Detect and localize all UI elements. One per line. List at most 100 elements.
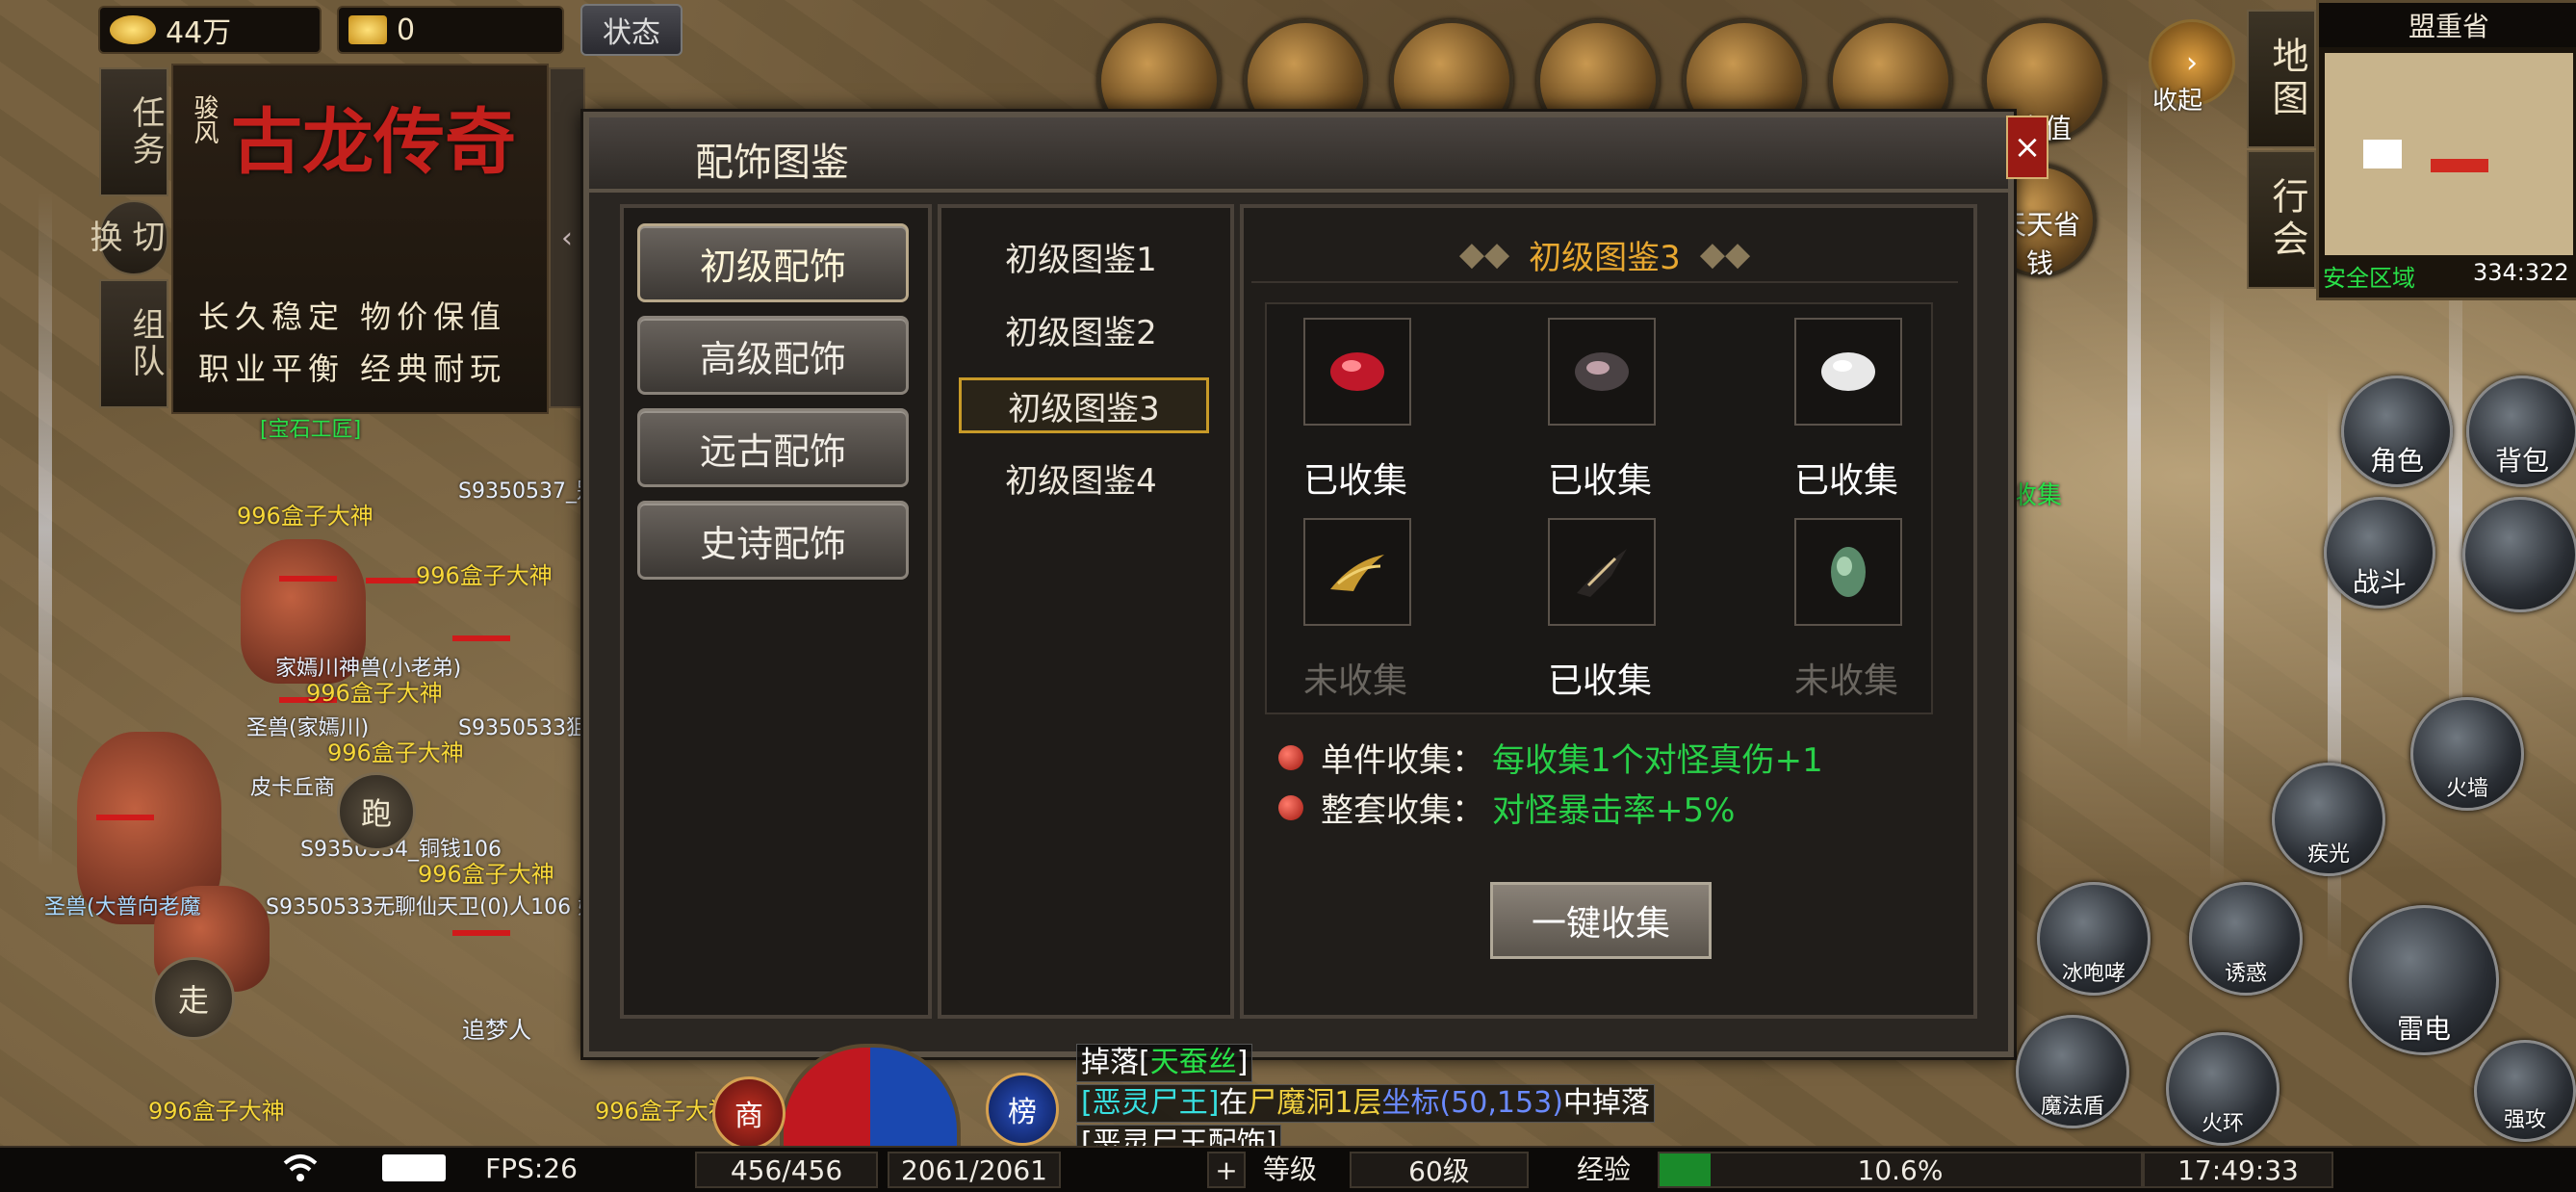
light-beam [2127,77,2141,751]
map-button[interactable]: 地图 [2247,10,2316,148]
collapse-label: 收起 [2152,87,2203,116]
monster-hp-bar [96,815,154,820]
ingot-icon [348,15,387,44]
run-button[interactable]: 跑 [337,772,416,851]
category-tab-advanced[interactable]: 高级配饰 [637,316,909,395]
player-name-tag: 皮卡丘商 [250,776,336,800]
item-slot[interactable] [1303,518,1411,626]
wifi-icon [271,1152,329,1184]
player-coords: 334:322 [2473,259,2569,286]
item-state-label: 已收集 [1793,461,1898,501]
gold-coin-icon [110,15,156,44]
category-tab-epic[interactable]: 史诗配饰 [637,501,909,580]
exp-bar-fill [1660,1153,1711,1186]
skill-flash[interactable]: 疾光 [2272,763,2385,876]
add-attribute-button[interactable]: + [1207,1152,1246,1188]
bonus-single-label: 单件收集： [1321,741,1484,780]
rank-button[interactable]: 榜 [986,1073,1059,1146]
book-item-3[interactable]: 初级图鉴3 [959,377,1209,433]
collect-all-button[interactable]: 一键收集 [1490,882,1712,959]
book-item-4[interactable]: 初级图鉴4 [959,453,1203,503]
bag-button[interactable]: 背包 [2466,376,2576,487]
category-tab-basic[interactable]: 初级配饰 [637,223,909,302]
skill-power-strike[interactable]: 强攻 [2474,1040,2576,1142]
light-beam [2328,385,2341,963]
fight-toggle-button[interactable]: 战斗 [2324,497,2435,609]
book-item-2[interactable]: 初级图鉴2 [959,304,1203,354]
dark-gem-icon [1575,352,1629,391]
skill-ice-roar[interactable]: 冰咆哮 [2037,882,2151,996]
level-value: 60级 [1350,1152,1529,1188]
player-name-tag: 996盒子大神 [595,1098,732,1125]
player-name-tag: S9350533狙 [458,716,587,740]
bonus-single: 单件收集： 每收集1个对怪真伤+1 [1278,734,1823,781]
task-tab[interactable]: 任务 [99,67,168,196]
role-button[interactable]: 角色 [2341,376,2453,487]
item-slot[interactable] [1794,318,1902,426]
monster-hp-bar [452,930,510,936]
npc-name-tag: 收集 [2012,481,2063,510]
item-state-label: 已收集 [1547,661,1652,701]
player-name-tag: 996盒子大神 [306,680,443,707]
minimap[interactable]: 盟重省 安全区域 334:322 [2316,0,2576,300]
clock: 17:49:33 [2143,1152,2333,1188]
item-slot[interactable] [1794,518,1902,626]
item-state-label: 已收集 [1547,461,1652,501]
logo-slogan-2: 职业平衡 经典耐玩 [198,350,507,387]
panel-title: 配饰图鉴 [695,141,849,185]
bonus-single-value: 每收集1个对怪真伤+1 [1492,741,1823,780]
item-slot[interactable] [1548,318,1656,426]
category-tab-ancient[interactable]: 远古配饰 [637,408,909,487]
gold-claw-icon [1330,555,1384,591]
chat-line: 掉落[天蚕丝] [1076,1044,1253,1082]
skill-fire-wall[interactable]: 火墙 [2410,697,2524,811]
ornament-right-icon: ◆◆ [1699,235,1751,273]
item-state-label: 已收集 [1302,461,1407,501]
red-dot-icon [1278,794,1303,820]
minimap-view[interactable] [2325,53,2573,255]
shop-button[interactable]: 商 [712,1076,786,1150]
exp-label: 经验 [1576,1153,1631,1185]
skill-fire-ring[interactable]: 火环 [2166,1032,2280,1146]
player-name-tag: 996盒子大神 [237,503,374,530]
walk-button[interactable]: 走 [152,957,235,1040]
item-slot[interactable] [1548,518,1656,626]
red-gem-icon [1330,352,1384,391]
player-name-tag: S9350537_别 [458,479,598,504]
monster-hp-bar [452,635,510,641]
skill-magic-shield[interactable]: 魔法盾 [2016,1015,2129,1128]
player-name-tag: 追梦人 [462,1017,531,1044]
monster-hp-bar [279,576,337,582]
gold-currency: 44万 [98,6,322,54]
book-item-1[interactable]: 初级图鉴1 [959,231,1203,281]
red-dot-icon [1278,744,1303,770]
skill-thunder[interactable]: 雷电 [2349,905,2499,1055]
player-name-tag: 996盒子大神 [416,562,553,589]
exp-percent: 10.6% [1857,1153,1944,1186]
npc-name-tag: [宝石工匠] [260,418,362,442]
close-button[interactable]: × [2006,116,2048,179]
ornament-left-icon: ◆◆ [1458,235,1510,273]
jade-pendant-icon [1831,547,1866,597]
logo-collapse-arrow-icon[interactable]: ‹ [549,67,585,408]
logo-slogan-1: 长久稳定 物价保值 [198,298,507,335]
direction-pad-icon[interactable] [2462,497,2576,612]
guild-button[interactable]: 行会 [2247,150,2316,289]
status-button[interactable]: 状态 [580,4,683,56]
hp-value: 456/456 [695,1152,878,1188]
switch-tab[interactable]: 切换 [84,200,168,275]
player-name-tag: 996盒子大神 [327,739,464,766]
logo-title: 古龙传奇 [231,101,516,184]
item-slot[interactable] [1303,318,1411,426]
region-name: 盟重省 [2319,3,2576,47]
minimap-marker-icon [2431,159,2488,172]
skill-tempt[interactable]: 诱惑 [2189,882,2303,996]
bonus-set: 整套收集： 对怪暴击率+5% [1278,784,1735,831]
black-claw-icon [1577,549,1627,597]
zone-status: 安全区域 [2323,265,2415,292]
light-beam [39,193,52,867]
team-tab[interactable]: 组队 [99,279,168,408]
battery-icon [375,1152,452,1184]
gold-amount: 44万 [166,16,232,50]
item-state-label: 未收集 [1302,661,1407,701]
